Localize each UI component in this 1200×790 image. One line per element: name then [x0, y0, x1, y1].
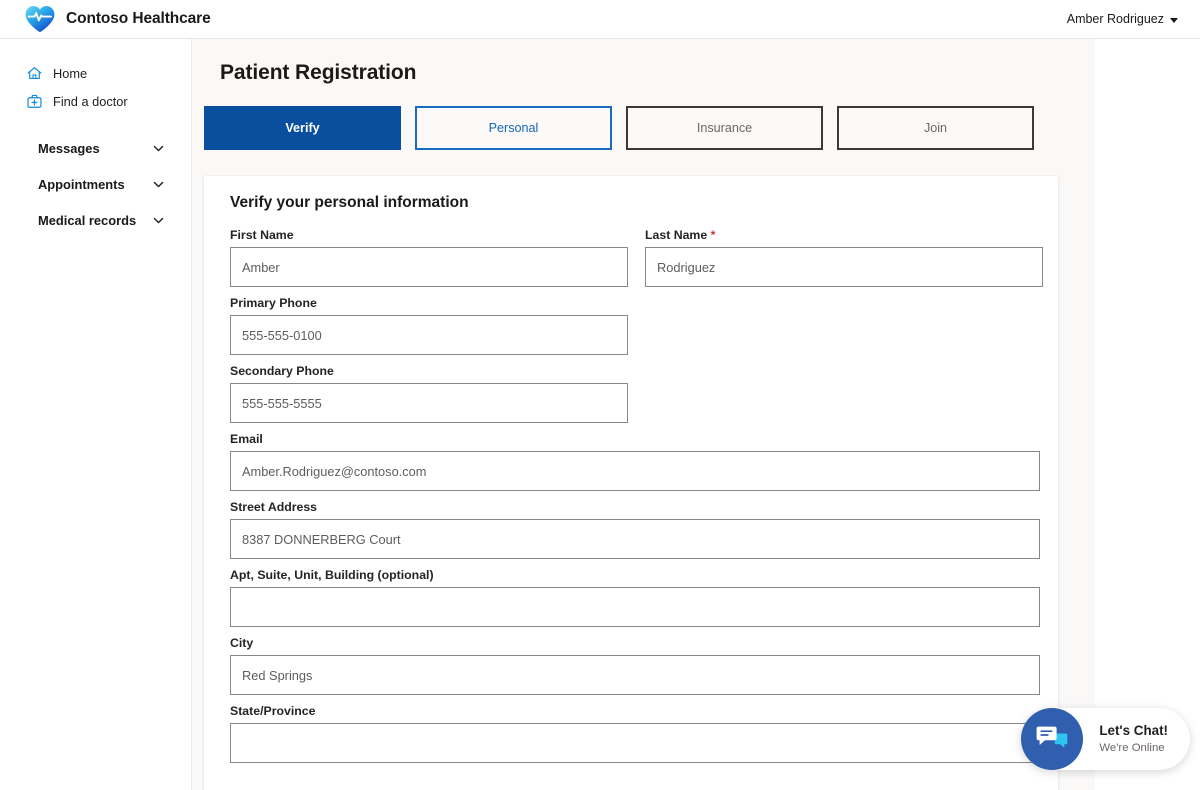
required-marker: * [710, 228, 716, 242]
page-title: Patient Registration [220, 61, 417, 84]
field-email: Email [230, 432, 1040, 491]
card-title: Verify your personal information [230, 194, 469, 211]
chevron-down-icon [152, 214, 165, 227]
secondary-phone-input[interactable] [230, 383, 628, 423]
last-name-input[interactable] [645, 247, 1043, 287]
sidebar-item-home[interactable]: Home [0, 59, 191, 87]
chat-bubble-icon [1021, 708, 1084, 770]
field-primary-phone: Primary Phone [230, 296, 1032, 355]
sidebar-group-label: Medical records [38, 212, 137, 228]
sidebar-group-medical-records[interactable]: Medical records [0, 203, 191, 237]
first-name-label: First Name [230, 228, 628, 242]
primary-phone-label: Primary Phone [230, 296, 317, 310]
chevron-down-icon [152, 142, 165, 155]
city-label: City [230, 636, 254, 650]
heart-pulse-icon [24, 4, 56, 34]
last-name-label: Last Name * [645, 228, 1043, 242]
tab-label: Verify [285, 121, 320, 135]
tab-insurance[interactable]: Insurance [626, 106, 823, 150]
apt-suite-input[interactable] [230, 587, 1040, 627]
tab-verify[interactable]: Verify [204, 106, 401, 150]
app-header: Contoso Healthcare Amber Rodriguez [0, 0, 1200, 39]
sidebar-group-appointments[interactable]: Appointments [0, 167, 191, 201]
label-text: Last Name [645, 228, 708, 242]
chat-widget-text: Let's Chat! We're Online [1099, 723, 1168, 755]
sidebar-group-label: Appointments [38, 176, 125, 192]
tab-label: Insurance [696, 121, 753, 135]
chat-subtitle: We're Online [1099, 741, 1165, 754]
field-street-address: Street Address [230, 500, 1040, 559]
user-name-label: Amber Rodriguez [1066, 12, 1164, 26]
name-row: First Name Last Name * [230, 228, 1043, 296]
sidebar-group-messages[interactable]: Messages [0, 131, 191, 165]
tab-personal[interactable]: Personal [415, 106, 612, 150]
street-address-label: Street Address [230, 500, 318, 514]
chevron-down-icon [152, 178, 165, 191]
home-icon [26, 65, 43, 82]
field-city: City [230, 636, 1040, 695]
secondary-phone-label: Secondary Phone [230, 364, 334, 378]
state-province-input[interactable] [230, 723, 1040, 763]
sidebar: Home Find a doctor Messages Appointments [0, 39, 192, 790]
user-menu-button[interactable]: Amber Rodriguez [1067, 12, 1178, 26]
registration-step-tabs: Verify Personal Insurance Join [204, 106, 1095, 150]
tab-label: Join [923, 121, 948, 135]
field-first-name: First Name [230, 228, 628, 287]
brand-name: Contoso Healthcare [66, 10, 211, 27]
chat-title: Let's Chat! [1099, 723, 1168, 738]
verify-information-card: Verify your personal information First N… [204, 176, 1058, 790]
doctor-bag-icon [26, 93, 43, 110]
field-apt-suite: Apt, Suite, Unit, Building (optional) [230, 568, 1040, 627]
brand: Contoso Healthcare [24, 4, 211, 34]
field-secondary-phone: Secondary Phone [230, 364, 1032, 423]
city-input[interactable] [230, 655, 1040, 695]
registration-form: First Name Last Name * Primary Phone Se [204, 212, 1058, 763]
state-province-label: State/Province [230, 704, 316, 718]
email-label: Email [230, 432, 263, 446]
sidebar-item-label: Find a doctor [53, 93, 128, 109]
sidebar-item-label: Home [53, 65, 88, 81]
chat-widget[interactable]: Let's Chat! We're Online [1021, 708, 1190, 770]
sidebar-item-find-a-doctor[interactable]: Find a doctor [0, 87, 191, 115]
tab-label: Personal [488, 121, 539, 135]
label-text: First Name [230, 228, 294, 242]
main-content: Patient Registration Verify Personal Ins… [192, 39, 1095, 790]
field-last-name: Last Name * [645, 228, 1043, 287]
email-input[interactable] [230, 451, 1040, 491]
primary-phone-input[interactable] [230, 315, 628, 355]
sidebar-group-label: Messages [38, 140, 100, 156]
field-state-province: State/Province [230, 704, 1040, 763]
apt-suite-label: Apt, Suite, Unit, Building (optional) [230, 568, 434, 582]
chevron-down-icon [1170, 17, 1178, 23]
first-name-input[interactable] [230, 247, 628, 287]
tab-join[interactable]: Join [837, 106, 1034, 150]
street-address-input[interactable] [230, 519, 1040, 559]
